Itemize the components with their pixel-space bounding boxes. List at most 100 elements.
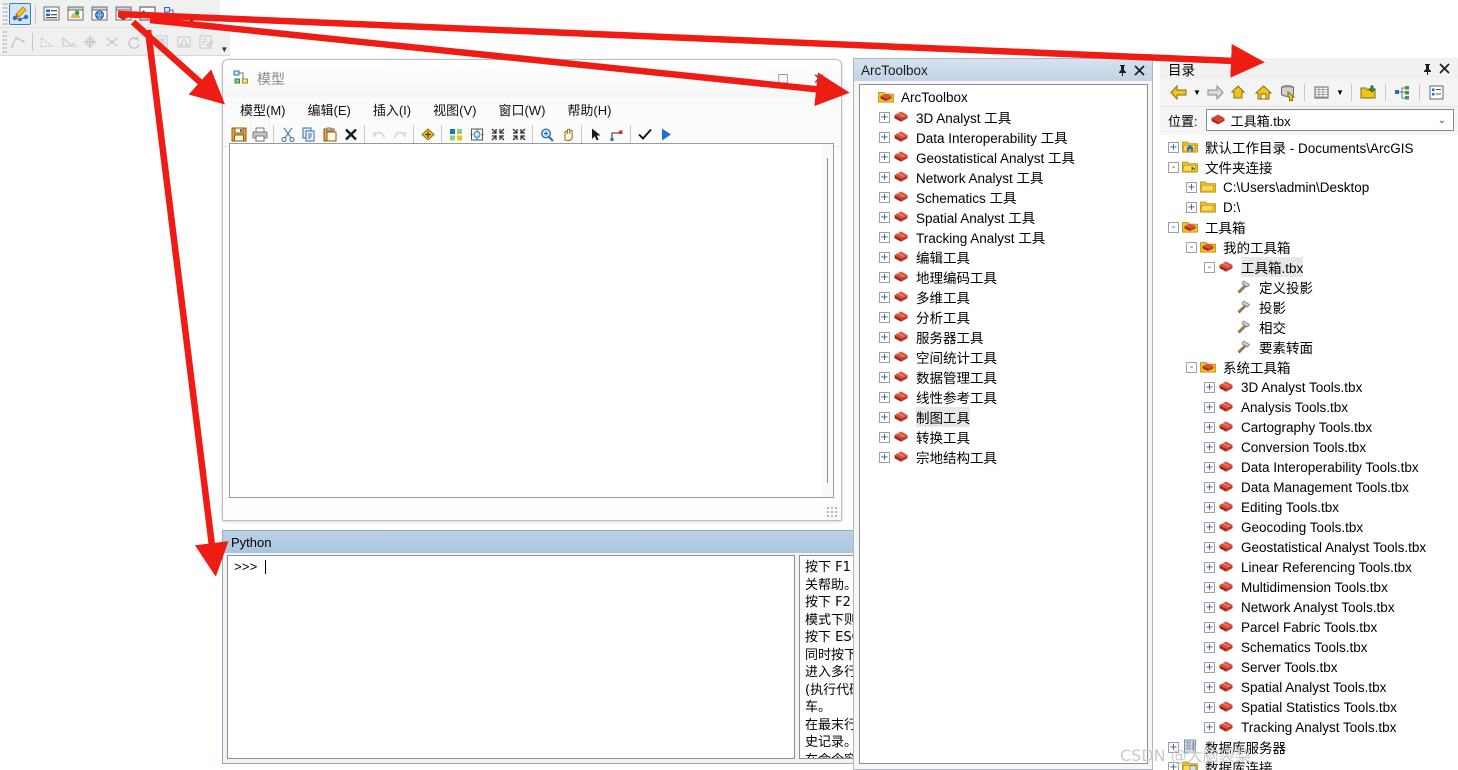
- expand-toggle-icon[interactable]: +: [1204, 641, 1215, 653]
- save-button[interactable]: [228, 124, 249, 145]
- arctoolbox-icon[interactable]: [112, 3, 134, 25]
- expand-toggle-icon[interactable]: +: [1186, 201, 1197, 213]
- tree-row[interactable]: 相交: [1160, 317, 1458, 337]
- expand-toggle-icon[interactable]: +: [879, 391, 890, 403]
- expand-toggle-icon[interactable]: +: [1186, 181, 1197, 193]
- tree-row[interactable]: + Geocoding Tools.tbx: [1160, 517, 1458, 537]
- arctoolbox-tree[interactable]: ArcToolbox +3D Analyst 工具 + Data Interopera…: [859, 84, 1148, 764]
- model-titlebar[interactable]: 模型 □ ✕: [223, 60, 841, 97]
- forward-button[interactable]: [1204, 81, 1227, 104]
- model-close-button[interactable]: ✕: [801, 66, 837, 92]
- tree-row[interactable]: +3D Analyst 工具: [860, 107, 1147, 127]
- select-tool-button[interactable]: [585, 124, 606, 145]
- tree-row[interactable]: + Schematics Tools.tbx: [1160, 637, 1458, 657]
- toggle-contents-panel-button[interactable]: [1310, 81, 1333, 104]
- arctoolbox-titlebar[interactable]: ArcToolbox: [854, 59, 1152, 81]
- back-button[interactable]: [1167, 81, 1190, 104]
- add-data-button[interactable]: [417, 124, 438, 145]
- tree-row[interactable]: + Network Analyst 工具: [860, 167, 1147, 187]
- tree-row[interactable]: + Conversion Tools.tbx: [1160, 437, 1458, 457]
- expand-toggle-icon[interactable]: +: [879, 371, 890, 383]
- model-maximize-button[interactable]: □: [765, 66, 801, 92]
- zoom-out-page-button[interactable]: [508, 124, 529, 145]
- menu-help[interactable]: 帮助(H): [560, 98, 618, 121]
- tree-row[interactable]: + 线性参考工具: [860, 387, 1147, 407]
- tree-row[interactable]: + Cartography Tools.tbx: [1160, 417, 1458, 437]
- collapse-toggle-icon[interactable]: -: [1204, 261, 1215, 273]
- expand-toggle-icon[interactable]: +: [879, 411, 890, 423]
- pin-icon[interactable]: [1419, 60, 1436, 78]
- toolbar-overflow-button[interactable]: ▼: [185, 2, 198, 26]
- tree-row[interactable]: ArcToolbox: [860, 87, 1147, 107]
- tree-row[interactable]: + Spatial Analyst Tools.tbx: [1160, 677, 1458, 697]
- up-one-level-button[interactable]: [1228, 81, 1251, 104]
- python-window-icon[interactable]: [136, 3, 158, 25]
- tree-row[interactable]: + Tracking Analyst 工具: [860, 227, 1147, 247]
- connect-to-folder-button[interactable]: [1357, 81, 1380, 104]
- tree-row[interactable]: + Data Interoperability Tools.tbx: [1160, 457, 1458, 477]
- expand-toggle-icon[interactable]: +: [1204, 681, 1215, 693]
- tree-row[interactable]: - 工具箱: [1160, 217, 1458, 237]
- editor-toolbar-icon[interactable]: [9, 2, 31, 25]
- tree-row[interactable]: + Parcel Fabric Tools.tbx: [1160, 617, 1458, 637]
- expand-toggle-icon[interactable]: +: [879, 351, 890, 363]
- tree-row[interactable]: - 我的工具箱: [1160, 237, 1458, 257]
- expand-toggle-icon[interactable]: +: [1204, 501, 1215, 513]
- collapse-toggle-icon[interactable]: -: [1168, 161, 1179, 173]
- home-button[interactable]: [1252, 81, 1275, 104]
- expand-toggle-icon[interactable]: +: [1204, 481, 1215, 493]
- tree-row[interactable]: + Spatial Statistics Tools.tbx: [1160, 697, 1458, 717]
- zoom-in-page-button[interactable]: [487, 124, 508, 145]
- tree-row[interactable]: + Schematics 工具: [860, 187, 1147, 207]
- cut-button[interactable]: [277, 124, 298, 145]
- menu-window[interactable]: 窗口(W): [491, 98, 552, 121]
- tree-row[interactable]: + 默认工作目录 - Documents\ArcGIS: [1160, 137, 1458, 157]
- tree-row[interactable]: 定义投影: [1160, 277, 1458, 297]
- tree-row[interactable]: + Server Tools.tbx: [1160, 657, 1458, 677]
- expand-toggle-icon[interactable]: +: [1204, 581, 1215, 593]
- connect-tool-button[interactable]: [606, 124, 627, 145]
- chevron-down-icon[interactable]: ⌄: [1438, 115, 1446, 126]
- tree-row[interactable]: + 编辑工具: [860, 247, 1147, 267]
- close-icon[interactable]: [1131, 61, 1148, 79]
- tree-row[interactable]: + C:\Users\admin\Desktop: [1160, 177, 1458, 197]
- collapse-toggle-icon[interactable]: -: [1186, 241, 1197, 253]
- menu-edit[interactable]: 编辑(E): [301, 98, 358, 121]
- delete-button[interactable]: [340, 124, 361, 145]
- model-resize-grip[interactable]: [826, 506, 837, 517]
- default-geodatabase-button[interactable]: [1276, 81, 1299, 104]
- expand-toggle-icon[interactable]: +: [879, 191, 890, 203]
- expand-toggle-icon[interactable]: +: [879, 231, 890, 243]
- expand-toggle-icon[interactable]: +: [1204, 701, 1215, 713]
- expand-toggle-icon[interactable]: +: [1204, 621, 1215, 633]
- expand-toggle-icon[interactable]: +: [1204, 381, 1215, 393]
- model-canvas[interactable]: [230, 144, 822, 497]
- tree-row[interactable]: + Editing Tools.tbx: [1160, 497, 1458, 517]
- tree-row[interactable]: + Linear Referencing Tools.tbx: [1160, 557, 1458, 577]
- expand-toggle-icon[interactable]: +: [1204, 401, 1215, 413]
- tree-row[interactable]: + 服务器工具: [860, 327, 1147, 347]
- tree-row[interactable]: + Spatial Analyst 工具: [860, 207, 1147, 227]
- tree-row[interactable]: + Analysis Tools.tbx: [1160, 397, 1458, 417]
- menu-model[interactable]: 模型(M): [233, 98, 293, 121]
- expand-toggle-icon[interactable]: +: [1168, 141, 1179, 153]
- tree-row[interactable]: + D:\: [1160, 197, 1458, 217]
- search-window-icon[interactable]: [88, 3, 110, 25]
- collapse-toggle-icon[interactable]: -: [1186, 361, 1197, 373]
- expand-toggle-icon[interactable]: +: [879, 271, 890, 283]
- tree-row[interactable]: + Network Analyst Tools.tbx: [1160, 597, 1458, 617]
- model-vertical-scrollbar[interactable]: [822, 144, 833, 497]
- tree-row[interactable]: + 多维工具: [860, 287, 1147, 307]
- close-icon[interactable]: [1436, 60, 1453, 78]
- model-builder-icon[interactable]: [160, 3, 182, 25]
- tree-row[interactable]: + 分析工具: [860, 307, 1147, 327]
- zoom-tool-button[interactable]: [536, 124, 557, 145]
- toolbar-grip-2[interactable]: [1, 30, 8, 53]
- expand-toggle-icon[interactable]: +: [1204, 561, 1215, 573]
- expand-toggle-icon[interactable]: +: [1204, 601, 1215, 613]
- tree-row[interactable]: 要素转面: [1160, 337, 1458, 357]
- paste-button[interactable]: [319, 124, 340, 145]
- expand-toggle-icon[interactable]: +: [1204, 721, 1215, 733]
- collapse-toggle-icon[interactable]: -: [1168, 221, 1179, 233]
- contents-dropdown[interactable]: ▼: [1334, 81, 1346, 104]
